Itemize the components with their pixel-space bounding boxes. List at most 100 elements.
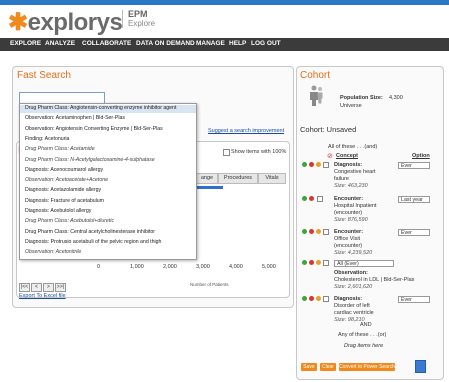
show-items-label: Show items with 100% [231, 149, 287, 155]
nav-explore[interactable]: EXPLORE [10, 40, 41, 47]
autocomplete-option[interactable]: Finding: Acetonuria [25, 136, 69, 142]
autocomplete-option[interactable]: Observation: Acetoacetate+Acetone [25, 177, 108, 183]
option-select[interactable]: Last year [398, 196, 430, 203]
pager-next-button[interactable]: > [43, 283, 54, 292]
x-tick-label: 5,000 [262, 264, 276, 270]
concept-header: Concept [336, 153, 358, 159]
autocomplete-option[interactable]: Observation: Angiotensin Converting Enzy… [25, 126, 163, 132]
pager-first-button[interactable]: |<< [19, 283, 30, 292]
criterion-desc: cardiac ventricle [334, 310, 374, 316]
save-button[interactable]: Save [301, 363, 317, 371]
criterion-checkbox[interactable] [317, 196, 323, 202]
tab-range[interactable]: ange [196, 173, 218, 184]
all-of-header: All of these . . .(and) [328, 144, 378, 150]
add-criterion-icon[interactable] [302, 229, 307, 234]
autocomplete-option[interactable]: Diagnosis: Acenocoumarol allergy [25, 167, 103, 173]
autocomplete-option[interactable]: Drug Pharm Class: Acetamide [25, 146, 95, 152]
criterion-title: Observation: [334, 270, 368, 276]
criterion-checkbox[interactable] [323, 296, 329, 302]
criterion-desc: Disorder of left [334, 303, 370, 309]
trash-icon[interactable] [415, 360, 426, 373]
remove-criterion-icon[interactable] [309, 296, 314, 301]
autocomplete-option[interactable]: Observation: Acetaminophen | Bld-Ser-Pla… [25, 115, 125, 121]
option-select[interactable]: Ever [398, 296, 430, 303]
explorys-logo: ✱explorys [8, 8, 123, 37]
show-items-checkbox[interactable] [223, 149, 230, 156]
add-criterion-icon[interactable] [302, 162, 307, 167]
autocomplete-option[interactable]: Diagnosis: Fracture of acetabulum [25, 198, 104, 204]
option-select[interactable]: Ever [398, 229, 430, 236]
option-select[interactable]: All (Ever) [334, 260, 394, 267]
autocomplete-option[interactable]: Drug Pharm Class: Acebutolol+diuretic [25, 218, 114, 224]
criterion-title: Diagnosis: [334, 296, 363, 302]
autocomplete-option[interactable]: Drug Pharm Class: Central acetylcholines… [25, 229, 155, 235]
autocomplete-option[interactable]: Drug Pharm Class: Angiotensin-converting… [25, 105, 176, 111]
autocomplete-option[interactable]: Observation: Acetonitrile [25, 249, 81, 255]
criterion-size: Size: 2,601,620 [334, 284, 373, 290]
clear-button[interactable]: Clear [320, 363, 336, 371]
x-tick-label: 3,000 [196, 264, 210, 270]
criterion-size: Size: 463,230 [334, 183, 368, 189]
autocomplete-option[interactable]: Drug Pharm Class: N-Acetylgalactosamine-… [25, 157, 155, 163]
convert-to-power-search-button[interactable]: Convert to Power Search [339, 363, 395, 371]
autocomplete-dropdown: Drug Pharm Class: Angiotensin-converting… [19, 103, 197, 260]
criterion-title: Diagnosis: [334, 162, 363, 168]
tab-procedures[interactable]: Procedures [218, 173, 258, 184]
nav-data-on-demand[interactable]: DATA ON DEMAND [136, 40, 195, 47]
nav-help[interactable]: HELP [229, 40, 246, 47]
nav-collaborate[interactable]: COLLABORATE [82, 40, 131, 47]
remove-criterion-icon[interactable] [309, 260, 314, 265]
add-criterion-icon[interactable] [302, 296, 307, 301]
population-size-value: 4,300 [389, 95, 403, 101]
x-tick-label: 2,000 [163, 264, 177, 270]
and-label: AND [360, 322, 372, 328]
autocomplete-option[interactable]: Diagnosis: Protrusio acetabuli of the pe… [25, 239, 161, 245]
autocomplete-option[interactable]: Diagnosis: Acetazolamide allergy [25, 187, 101, 193]
option-select[interactable]: Ever [398, 162, 430, 169]
tab-vitals[interactable]: Vitals [258, 173, 286, 184]
criterion-checkbox[interactable] [323, 162, 329, 168]
criterion-desc: Congestive heart [334, 169, 376, 175]
criterion-desc: Hospital Inpatient [334, 203, 377, 209]
cohort-title: Cohort [300, 70, 331, 81]
add-criterion-icon[interactable] [302, 260, 307, 265]
nav-analyze[interactable]: ANALYZE [45, 40, 75, 47]
remove-criterion-icon[interactable] [309, 229, 314, 234]
any-of-header: Any of these . . .(or) [338, 332, 387, 338]
criterion-desc: (encounter) [334, 243, 363, 249]
x-tick-label: 4,000 [229, 264, 243, 270]
product-line2: Explore [128, 19, 156, 28]
top-accent-strip [0, 0, 449, 5]
criterion-size: Size: 4,239,520 [334, 250, 373, 256]
main-nav: EXPLORE ANALYZE COLLABORATE DATA ON DEMA… [0, 38, 449, 51]
criterion-desc: Office Visit [334, 236, 361, 242]
cohort-status: Cohort: Unsaved [300, 125, 357, 134]
nav-log-out[interactable]: LOG OUT [251, 40, 281, 47]
option-header: Option [412, 153, 430, 159]
criterion-title: Encounter: [334, 229, 364, 235]
x-tick-label: 0 [97, 264, 101, 270]
export-excel-link[interactable]: Export To Excel file [19, 293, 66, 299]
criterion-desc: failure [334, 176, 349, 182]
pager-prev-button[interactable]: < [31, 283, 42, 292]
suggest-improvement-link[interactable]: Suggest a search improvement [208, 128, 284, 134]
nav-manage[interactable]: MANAGE [196, 40, 225, 47]
criterion-checkbox[interactable] [323, 260, 329, 266]
autocomplete-option[interactable]: Diagnosis: Acebutolol allergy [25, 208, 91, 214]
remove-criterion-icon[interactable] [309, 162, 314, 167]
add-criterion-icon[interactable] [302, 196, 307, 201]
remove-criterion-icon[interactable] [309, 196, 314, 201]
criterion-checkbox[interactable] [323, 229, 329, 235]
product-name: EPM Explore [122, 10, 155, 28]
logo-mark-icon: ✱ [8, 9, 28, 36]
criterion-title: Encounter: [334, 196, 364, 202]
search-criterion-icon[interactable] [316, 296, 321, 301]
pager-last-button[interactable]: >>| [55, 283, 66, 292]
search-criterion-icon[interactable] [316, 229, 321, 234]
criterion-desc: (encounter) [334, 210, 363, 216]
search-criterion-icon[interactable] [316, 260, 321, 265]
search-criterion-icon[interactable] [316, 162, 321, 167]
search-box [19, 92, 105, 109]
drag-items-here: Drag items here [344, 343, 384, 349]
no-entry-icon: ⊘ [327, 153, 333, 160]
